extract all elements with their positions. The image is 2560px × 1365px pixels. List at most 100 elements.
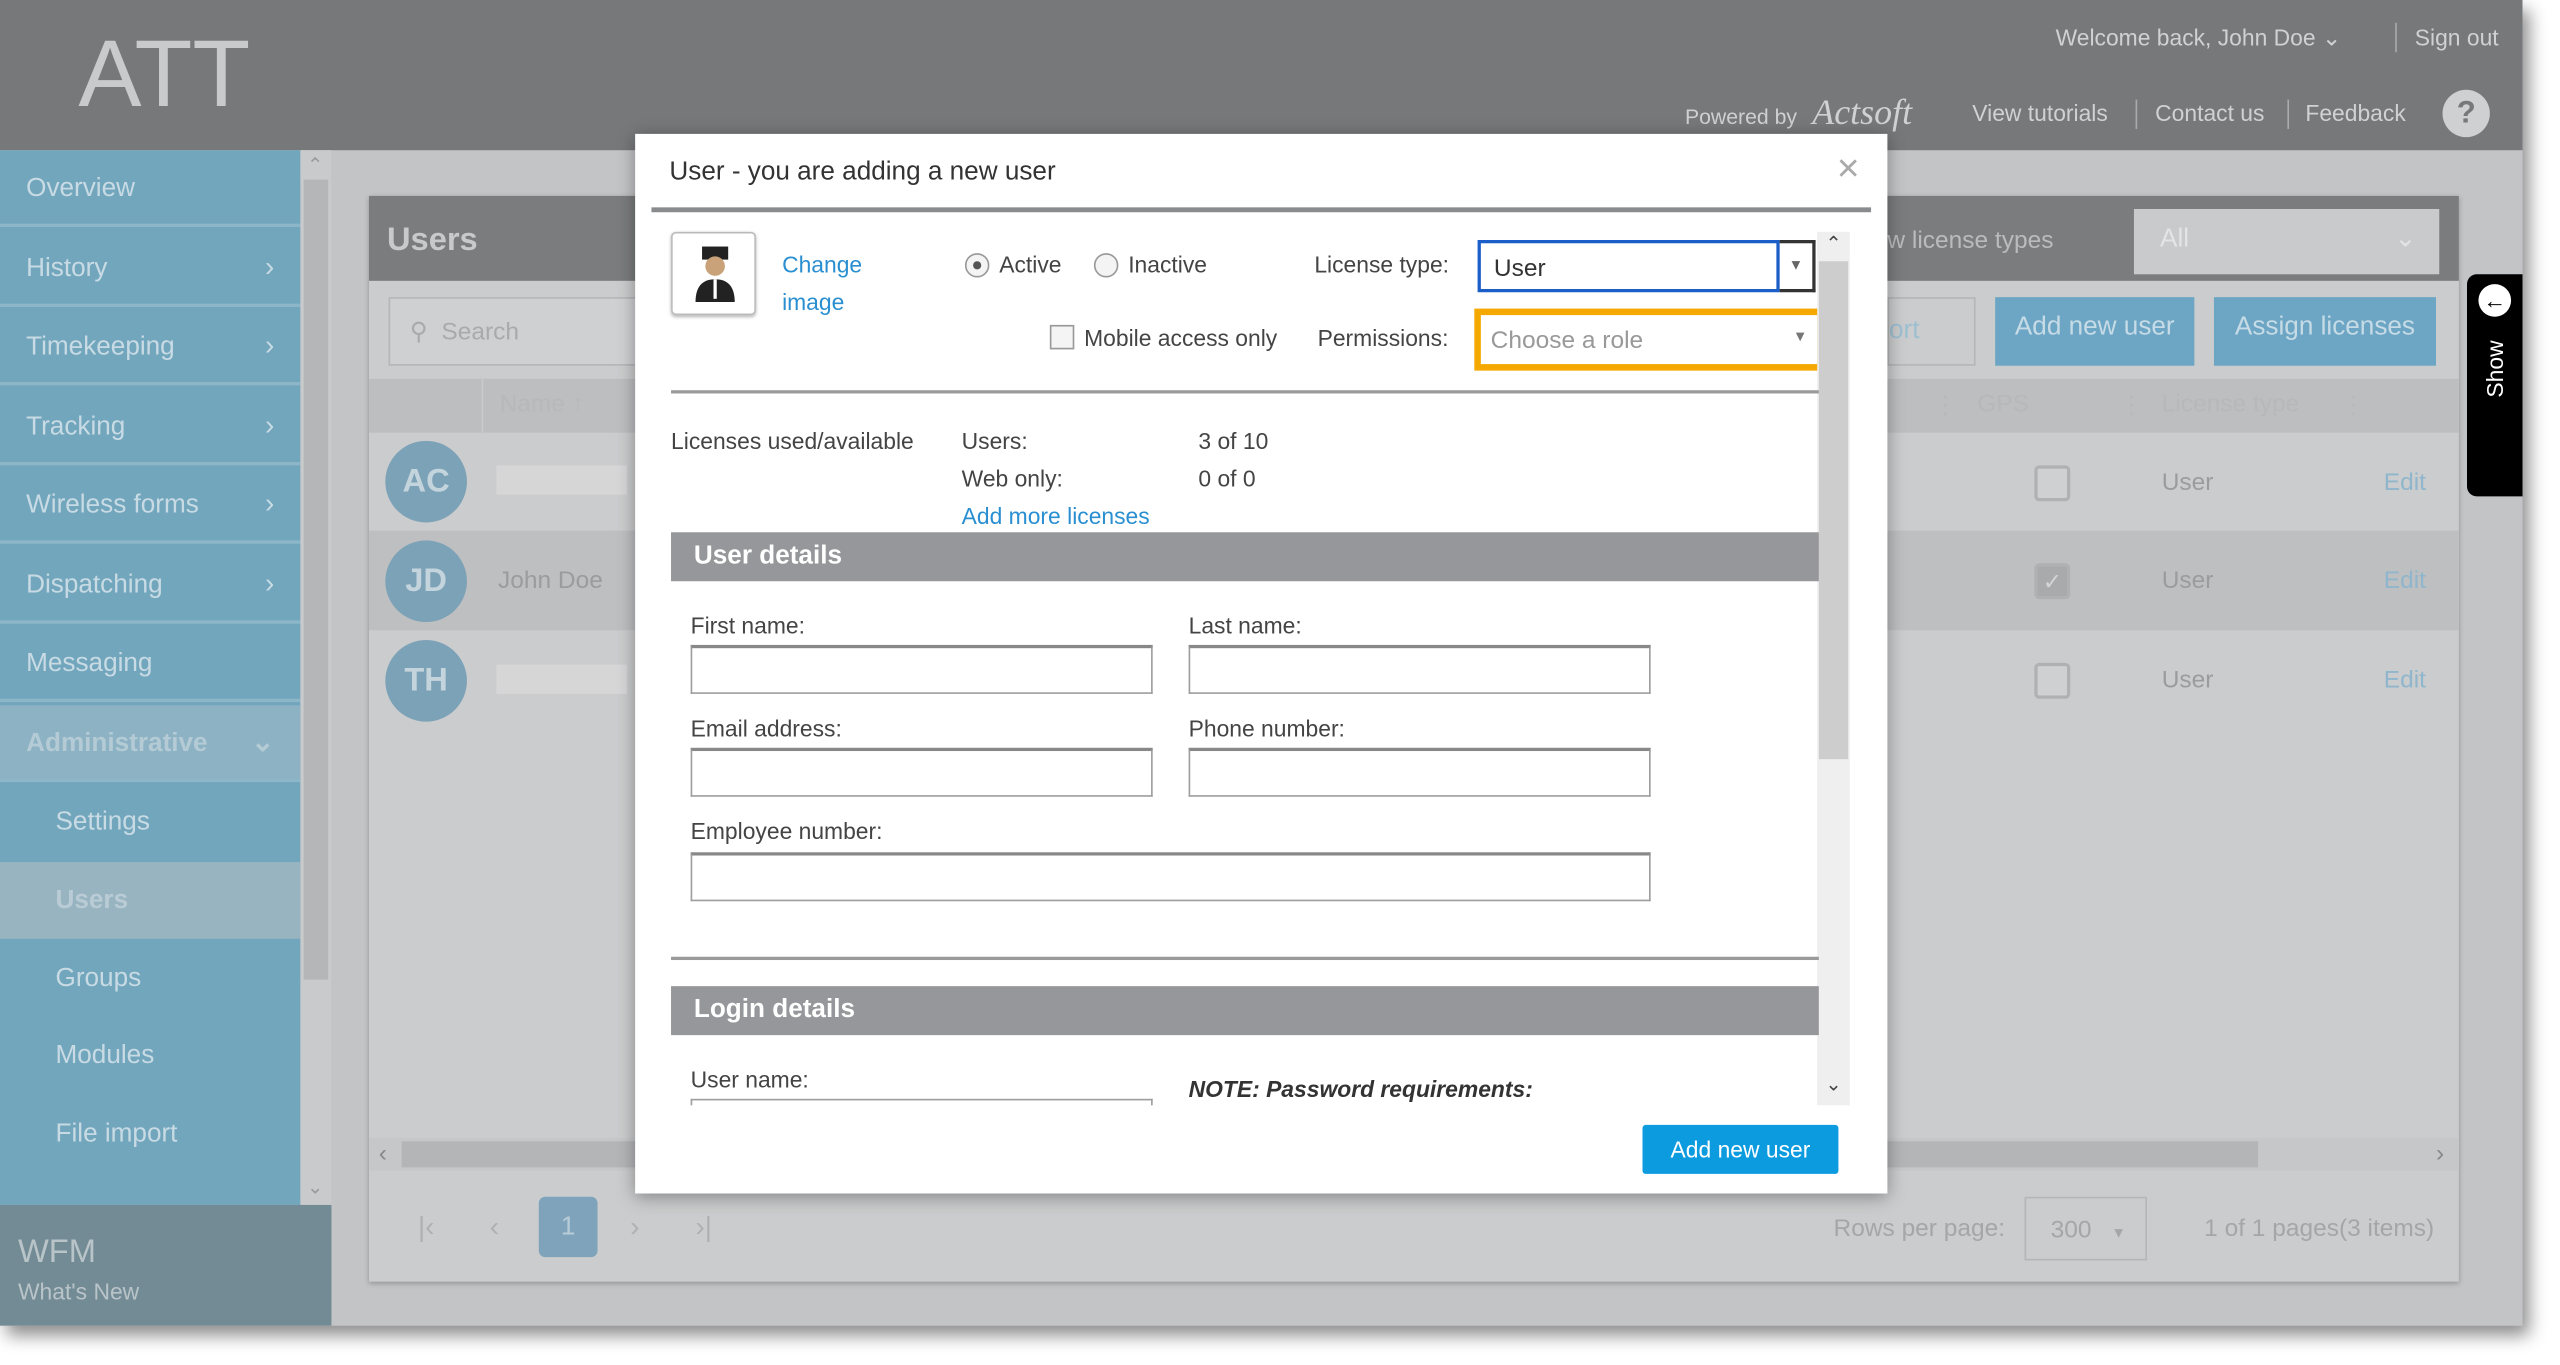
email-input[interactable] (690, 747, 1153, 797)
next-page-icon[interactable]: › (630, 1211, 639, 1244)
redacted-name (496, 664, 627, 694)
sidebar-item-modules[interactable]: Modules (0, 1017, 300, 1094)
mobile-access-checkbox[interactable] (1049, 324, 1075, 350)
edit-link[interactable]: Edit (2384, 567, 2426, 595)
dropdown-arrow-icon[interactable]: ▼ (1779, 240, 1816, 293)
feedback-link[interactable]: Feedback (2305, 100, 2405, 126)
export-button[interactable]: ort (1887, 297, 1976, 366)
sidebar-item-users[interactable]: Users (0, 862, 301, 939)
sidebar-item-messaging[interactable]: Messaging (0, 625, 301, 703)
label: Wireless forms (26, 491, 199, 520)
scrollbar-thumb[interactable] (303, 179, 329, 980)
add-new-user-submit-button[interactable]: Add new user (1642, 1124, 1839, 1174)
add-new-user-button[interactable]: Add new user (1995, 297, 2195, 366)
last-name-input[interactable] (1188, 644, 1651, 694)
sidebar-scrollbar[interactable]: ⌃ ⌄ (300, 150, 332, 1205)
column-name[interactable]: Name ↑ (500, 390, 584, 418)
column-license-type[interactable]: License type (2162, 390, 2300, 418)
sidebar-item-overview[interactable]: Overview (0, 150, 301, 227)
active-radio[interactable]: Active (964, 251, 1061, 278)
add-user-dialog: User - you are adding a new user × Chang… (635, 133, 1888, 1194)
column-menu-icon[interactable]: ⋮ (2119, 390, 2143, 420)
view-tutorials-link[interactable]: View tutorials (1972, 100, 2108, 126)
license-type-label: License type: (1314, 251, 1450, 278)
user-name-input[interactable] (690, 1098, 1153, 1106)
label: Dispatching (26, 571, 163, 600)
license-type: User (2161, 666, 2214, 694)
user-menu[interactable]: Welcome back, John Doe ⌄ (2056, 24, 2342, 52)
gps-checkbox[interactable] (2034, 465, 2071, 502)
license-filter-select[interactable]: All ⌄ (2133, 208, 2440, 275)
scroll-down-icon[interactable]: ⌄ (307, 1176, 323, 1199)
label: Timekeeping (26, 333, 175, 361)
sidebar-item-history[interactable]: History › (0, 230, 301, 307)
add-more-licenses-link[interactable]: Add more licenses (962, 503, 1150, 529)
scroll-down-icon[interactable]: ⌄ (1825, 1073, 1841, 1096)
license-filter-label: w license types (1887, 226, 2054, 255)
employee-number-label: Employee number: (690, 817, 883, 845)
employee-number-input[interactable] (690, 852, 1651, 902)
column-gps[interactable]: GPS (1977, 390, 2029, 418)
scrollbar-thumb[interactable] (1818, 261, 1849, 760)
sidebar-item-file-import[interactable]: File import (0, 1096, 300, 1173)
first-page-icon[interactable]: |‹ (418, 1211, 434, 1244)
column-menu-icon[interactable]: ⋮ (1933, 390, 1957, 420)
chevron-right-icon: › (265, 409, 275, 441)
label: Groups (55, 964, 142, 993)
gps-checkbox-checked[interactable]: ✓ (2034, 563, 2071, 600)
inactive-radio[interactable]: Inactive (1093, 251, 1207, 278)
sidebar: Overview History › Timekeeping › Tracking ›… (0, 150, 301, 1205)
sidebar-item-tracking[interactable]: Tracking › (0, 389, 301, 466)
web-only-value: 0 of 0 (1198, 465, 1256, 492)
label: Tracking (26, 413, 126, 441)
last-name-label: Last name: (1188, 612, 1302, 639)
page-1-button[interactable]: 1 (538, 1196, 598, 1258)
scroll-up-icon[interactable]: ⌃ (1825, 232, 1841, 255)
previous-page-icon[interactable]: ‹ (490, 1211, 499, 1244)
sidebar-item-wireless-forms[interactable]: Wireless forms › (0, 467, 301, 544)
scroll-up-icon[interactable]: ⌃ (307, 153, 323, 176)
divider (651, 207, 1872, 213)
assign-licenses-button[interactable]: Assign licenses (2213, 297, 2436, 366)
permissions-highlight: Choose a role ▼ (1474, 308, 1824, 371)
label: Inactive (1128, 251, 1207, 278)
user-image-placeholder (671, 231, 756, 316)
license-type-select[interactable]: User (1477, 240, 1780, 293)
column-menu-icon[interactable]: ⋮ (2341, 390, 2365, 420)
dialog-scrollbar[interactable]: ⌃ ⌄ (1817, 231, 1850, 1106)
sidebar-item-dispatching[interactable]: Dispatching › (0, 547, 301, 624)
first-name-input[interactable] (690, 644, 1153, 694)
edit-link[interactable]: Edit (2384, 469, 2426, 497)
whats-new-link[interactable]: What's New (18, 1278, 139, 1304)
rows-per-page-select[interactable]: 300 ▼ (2024, 1196, 2148, 1261)
divider (2395, 22, 2397, 53)
license-type: User (2161, 566, 2214, 595)
search-input[interactable]: ⚲ Search (388, 297, 650, 366)
last-page-icon[interactable]: ›| (696, 1211, 712, 1244)
phone-input[interactable] (1188, 747, 1651, 797)
sidebar-item-settings[interactable]: Settings (0, 784, 300, 861)
label: Modules (55, 1041, 155, 1070)
sidebar-item-groups[interactable]: Groups (0, 940, 300, 1017)
sidebar-footer: WFM What's New (0, 1204, 332, 1326)
users-license-label: Users: (961, 427, 1028, 454)
change-image-link[interactable]: Change image (782, 247, 880, 322)
contact-us-link[interactable]: Contact us (2155, 100, 2264, 126)
label: Name (499, 390, 565, 418)
scroll-left-icon[interactable]: ‹ (379, 1140, 387, 1168)
powered-by: Powered by (1684, 104, 1798, 129)
chevron-right-icon: › (265, 488, 275, 520)
logo: ATT (78, 21, 251, 128)
sidebar-item-administrative[interactable]: Administrative ⌄ (0, 705, 301, 783)
permissions-select[interactable]: Choose a role ▼ (1480, 315, 1818, 365)
placeholder: Choose a role (1490, 326, 1644, 355)
sidebar-item-timekeeping[interactable]: Timekeeping › (0, 309, 301, 386)
label: Users (55, 886, 129, 915)
sign-out-link[interactable]: Sign out (2415, 24, 2499, 50)
show-side-tab[interactable]: ← Show (2467, 274, 2523, 497)
gps-checkbox[interactable] (2034, 662, 2071, 699)
close-icon[interactable]: × (1837, 147, 1860, 193)
scroll-right-icon[interactable]: › (2436, 1140, 2444, 1168)
edit-link[interactable]: Edit (2384, 666, 2426, 694)
help-icon[interactable]: ? (2442, 89, 2490, 138)
